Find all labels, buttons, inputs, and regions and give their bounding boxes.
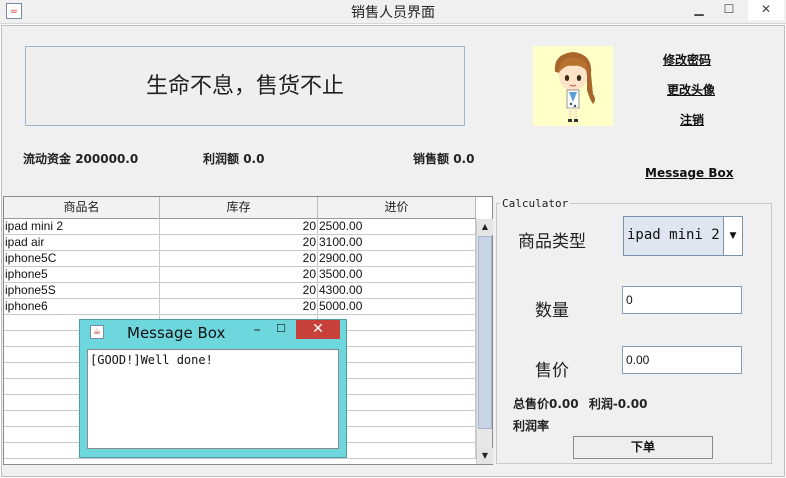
total-value: 0.00 [549,397,579,411]
sales-label: 销售额 [413,152,450,166]
quantity-label: 数量 [535,301,569,321]
quantity-field[interactable]: 0 [622,286,742,314]
sales-stat: 销售额 0.0 [413,150,474,167]
price-field[interactable]: 0.00 [622,346,742,374]
table-scrollbar[interactable]: ▲ ▼ [476,219,493,464]
dialog-maximize-icon[interactable]: ☐ [273,322,289,335]
place-order-button[interactable]: 下单 [573,436,713,459]
funds-value: 200000.0 [75,152,139,166]
dialog-message-area[interactable]: [GOOD!]Well done! [87,349,339,449]
calc-profit-label: 利润 [588,397,613,411]
change-avatar-link[interactable]: 更改头像 [667,81,715,98]
table-cell[interactable]: 3100.00 [318,235,476,251]
header-cost-price[interactable]: 进价 [318,197,476,219]
total-label: 总售价 [513,397,550,411]
product-type-label: 商品类型 [518,232,586,252]
table-cell[interactable]: iphone5S [4,283,160,299]
table-cell[interactable]: 2500.00 [318,219,476,235]
change-password-link[interactable]: 修改密码 [663,51,711,68]
product-type-value: ipad mini 2 [627,227,720,243]
chevron-down-icon[interactable]: ▼ [723,217,742,255]
logout-link[interactable]: 注销 [680,111,704,128]
calculator-title: Calculator [500,197,571,210]
table-cell[interactable]: 5000.00 [318,299,476,315]
profit-value: 0.0 [243,152,265,166]
minimize-icon[interactable]: ▁ [690,0,708,20]
scroll-down-icon[interactable]: ▼ [477,448,493,464]
avatar [533,46,613,126]
table-cell[interactable]: 20 [160,251,318,267]
table-cell[interactable]: 4300.00 [318,283,476,299]
table-cell[interactable]: iphone5 [4,267,160,283]
table-cell[interactable]: 20 [160,267,318,283]
header-stock[interactable]: 库存 [160,197,318,219]
window-title: 销售人员界面 [351,5,435,21]
table-cell[interactable]: 2900.00 [318,251,476,267]
dialog-minimize-icon[interactable]: – [250,322,264,338]
profit-stat: 利润额 0.0 [203,150,264,167]
funds-stat: 流动资金 200000.0 [23,150,138,167]
scroll-up-icon[interactable]: ▲ [477,219,493,235]
table-cell[interactable]: iphone5C [4,251,160,267]
table-cell[interactable]: iphone6 [4,299,160,315]
price-label: 售价 [535,361,569,381]
profit-label: 利润额 [203,152,240,166]
table-cell[interactable]: 20 [160,299,318,315]
profit-rate-label: 利润率 [513,419,550,433]
scroll-thumb[interactable] [478,236,492,429]
total-summary: 总售价0.00 利润-0.00 [513,395,647,412]
table-cell[interactable]: ipad mini 2 [4,219,160,235]
header-product-name[interactable]: 商品名 [4,197,160,219]
avatar-girl-icon [554,52,595,122]
calc-profit-value: -0.00 [612,397,648,411]
message-box-link[interactable]: Message Box [645,166,734,180]
table-cell[interactable]: 20 [160,283,318,299]
table-cell[interactable]: 20 [160,219,318,235]
table-cell[interactable]: ipad air [4,235,160,251]
close-icon[interactable]: ✕ [748,0,784,20]
java-app-icon: ☕ [90,325,104,339]
slogan-banner: 生命不息，售货不止 [25,46,465,126]
table-cell[interactable]: 3500.00 [318,267,476,283]
maximize-icon[interactable]: ☐ [718,0,740,20]
sales-value: 0.0 [453,152,475,166]
funds-label: 流动资金 [23,152,72,166]
dialog-title: Message Box [127,324,226,342]
dialog-close-icon[interactable]: ✕ [296,320,340,339]
table-cell[interactable]: 20 [160,235,318,251]
